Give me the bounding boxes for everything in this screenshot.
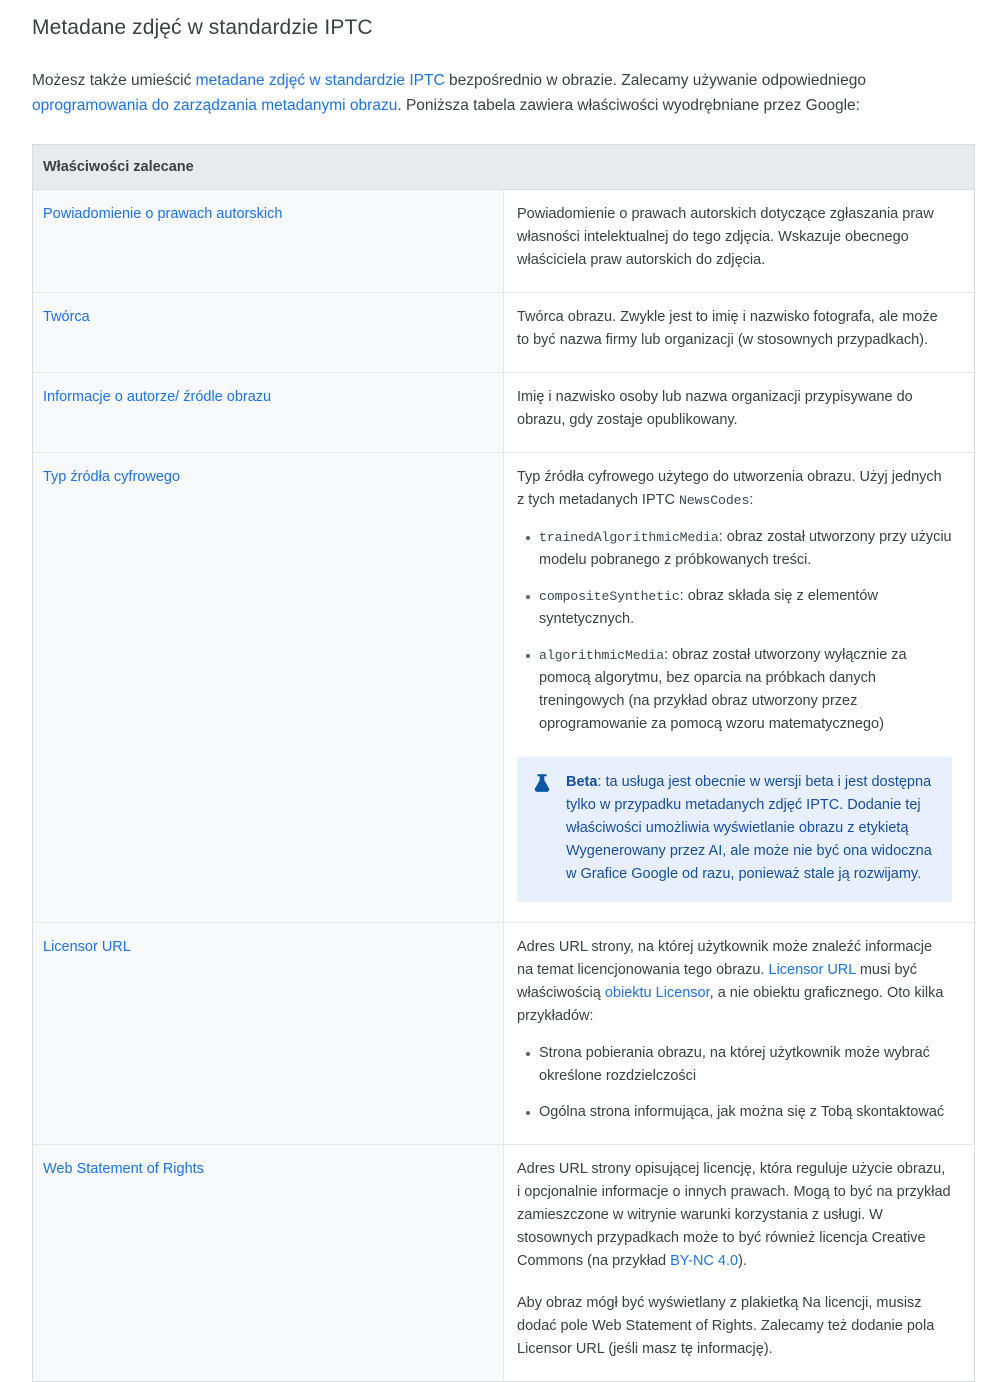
- table-body: Powiadomienie o prawach autorskich Powia…: [32, 189, 975, 1382]
- table-row: Licensor URL Adres URL strony, na której…: [32, 922, 975, 1145]
- property-description-cell: Powiadomienie o prawach autorskich dotyc…: [504, 190, 975, 293]
- property-description-cell: Adres URL strony, na której użytkownik m…: [503, 922, 975, 1145]
- property-description-text: Typ źródła cyfrowego użytego do utworzen…: [517, 466, 952, 512]
- table-row: Web Statement of Rights Adres URL strony…: [32, 1144, 975, 1382]
- recommended-properties-table: Właściwości zalecane Powiadomienie o pra…: [32, 144, 975, 1382]
- table-header-cell: Właściwości zalecane: [32, 144, 975, 190]
- property-link-creator[interactable]: Twórca: [43, 309, 90, 325]
- property-name-cell: Web Statement of Rights: [32, 1144, 504, 1382]
- property-description-text-2: Aby obraz mógł być wyświetlany z plakiet…: [517, 1295, 935, 1357]
- property-description-cell: Typ źródła cyfrowego użytego do utworzen…: [503, 452, 975, 923]
- beta-label: Beta: [566, 774, 598, 790]
- property-description-cell: Twórca obrazu. Zwykle jest to imię i naz…: [503, 292, 975, 373]
- page-content: Metadane zdjęć w standardzie IPTC Możesz…: [0, 14, 1007, 1382]
- page-title: Metadane zdjęć w standardzie IPTC: [32, 16, 373, 39]
- licensor-url-examples-list: Strona pobierania obrazu, na której użyt…: [517, 1042, 952, 1124]
- property-description-text: Powiadomienie o prawach autorskich dotyc…: [517, 206, 934, 268]
- list-item: Strona pobierania obrazu, na której użyt…: [526, 1042, 952, 1088]
- iptc-metadata-link[interactable]: metadane zdjęć w standardzie IPTC: [196, 72, 445, 89]
- intro-text-part-3: . Poniższa tabela zawiera właściwości wy…: [397, 97, 860, 114]
- flask-icon: [533, 773, 552, 801]
- table-head: Właściwości zalecane: [32, 144, 975, 190]
- property-name-cell: Typ źródła cyfrowego: [32, 452, 504, 923]
- beta-callout: Beta: ta usługa jest obecnie w wersji be…: [517, 757, 952, 902]
- code-trained-algorithmic-media: trainedAlgorithmicMedia: [539, 530, 719, 545]
- property-description-text: Twórca obrazu. Zwykle jest to imię i naz…: [517, 309, 938, 348]
- list-item: Ogólna strona informująca, jak można się…: [526, 1101, 952, 1124]
- metadata-software-link[interactable]: oprogramowania do zarządzania metadanymi…: [32, 97, 397, 114]
- property-description-cell: Adres URL strony opisującej licencję, kt…: [503, 1144, 975, 1382]
- property-link-web-statement-of-rights[interactable]: Web Statement of Rights: [43, 1161, 204, 1177]
- licensor-url-link[interactable]: Licensor URL: [769, 962, 856, 978]
- property-name-cell: Powiadomienie o prawach autorskich: [32, 189, 504, 293]
- property-link-copyright-notice[interactable]: Powiadomienie o prawach autorskich: [43, 206, 282, 222]
- desc-text-part-2: ).: [738, 1253, 747, 1269]
- beta-text: : ta usługa jest obecnie w wersji beta i…: [566, 774, 932, 882]
- intro-text-part-2: bezpośrednio w obrazie. Zalecamy używani…: [444, 72, 866, 89]
- table-row: Typ źródła cyfrowego Typ źródła cyfroweg…: [32, 452, 975, 923]
- table-row: Powiadomienie o prawach autorskich Powia…: [32, 189, 975, 293]
- property-description-text: Adres URL strony opisującej licencję, kt…: [517, 1158, 952, 1273]
- desc-text-part-2: :: [749, 492, 754, 508]
- property-link-licensor-url[interactable]: Licensor URL: [43, 939, 131, 955]
- digital-source-type-list: trainedAlgorithmicMedia: obraz został ut…: [517, 526, 952, 736]
- list-item: compositeSynthetic: obraz składa się z e…: [526, 585, 952, 631]
- property-name-cell: Informacje o autorze/ źródle obrazu: [32, 372, 504, 453]
- property-name-cell: Licensor URL: [32, 922, 504, 1145]
- property-description-text: Adres URL strony, na której użytkownik m…: [517, 936, 952, 1028]
- intro-text-part-1: Możesz także umieścić: [32, 72, 196, 89]
- newscodes-code: NewsCodes: [678, 493, 750, 508]
- list-item: algorithmicMedia: obraz został utworzony…: [526, 644, 952, 736]
- table-row: Twórca Twórca obrazu. Zwykle jest to imi…: [32, 292, 975, 373]
- property-name-cell: Twórca: [32, 292, 504, 373]
- property-description-text: Imię i nazwisko osoby lub nazwa organiza…: [517, 389, 913, 428]
- beta-callout-text: Beta: ta usługa jest obecnie w wersji be…: [566, 771, 934, 886]
- property-link-digital-source-type[interactable]: Typ źródła cyfrowego: [43, 469, 180, 485]
- creative-commons-license-link[interactable]: BY-NC 4.0: [670, 1253, 738, 1269]
- list-item: trainedAlgorithmicMedia: obraz został ut…: [526, 526, 952, 572]
- table-header-row: Właściwości zalecane: [32, 144, 975, 190]
- intro-paragraph: Możesz także umieścić metadane zdjęć w s…: [32, 68, 937, 118]
- table-row: Informacje o autorze/ źródle obrazu Imię…: [32, 372, 975, 453]
- code-algorithmic-media: algorithmicMedia: [539, 648, 665, 663]
- licensor-object-link[interactable]: obiektu Licensor: [605, 985, 710, 1001]
- code-composite-synthetic: compositeSynthetic: [539, 589, 680, 604]
- property-link-credit-line[interactable]: Informacje o autorze/ źródle obrazu: [43, 389, 271, 405]
- property-description-cell: Imię i nazwisko osoby lub nazwa organiza…: [503, 372, 975, 453]
